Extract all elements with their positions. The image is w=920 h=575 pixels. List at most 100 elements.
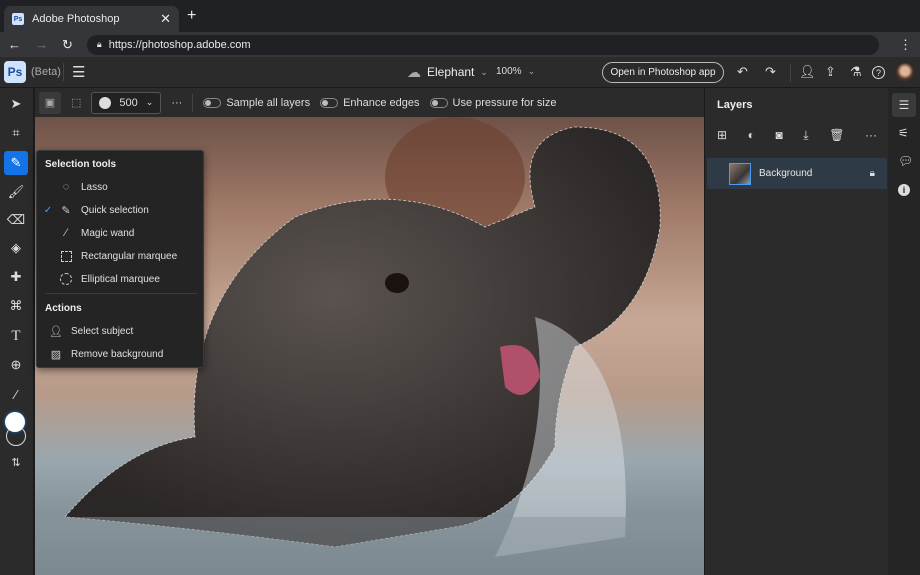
menu-item-ellipse-marquee[interactable]: Elliptical marquee xyxy=(37,268,203,290)
help-icon[interactable]: ? xyxy=(872,66,885,79)
properties-icon[interactable]: ⚟ xyxy=(898,126,909,140)
lock-icon: 🔒︎ xyxy=(96,39,102,49)
reload-icon[interactable]: ↻ xyxy=(62,37,73,53)
open-in-app-button[interactable]: Open in Photoshop app xyxy=(602,62,724,83)
menu-item-quick-selection[interactable]: ✓ ✎ Quick selection xyxy=(37,199,203,221)
select-subject-icon: 👤︎ xyxy=(49,325,63,338)
eyedropper-icon[interactable]: ⁄ xyxy=(4,382,28,406)
avatar[interactable] xyxy=(896,63,914,81)
menu-item-remove-background[interactable]: ▨ Remove background xyxy=(37,343,203,365)
ellipse-marquee-icon xyxy=(59,272,73,286)
menu-item-label: Lasso xyxy=(81,181,108,193)
transform-tool-icon[interactable]: ⌗ xyxy=(4,121,28,145)
divider xyxy=(192,93,194,112)
undo-icon[interactable]: ↶ xyxy=(737,64,748,80)
delete-layer-icon[interactable]: 🗑︎ xyxy=(829,128,844,143)
mask-icon[interactable]: ◙ xyxy=(775,128,782,143)
toggle-label: Enhance edges xyxy=(343,96,420,109)
divider xyxy=(45,293,197,294)
toggle-label: Sample all layers xyxy=(226,96,311,109)
layer-thumbnail xyxy=(729,162,751,185)
menu-item-rect-marquee[interactable]: Rectangular marquee xyxy=(37,245,203,267)
quick-selection-icon: ✎ xyxy=(61,204,71,217)
comments-icon[interactable]: 💬︎ xyxy=(898,154,913,168)
brush-tool-icon[interactable]: 🖌︎ xyxy=(4,180,28,204)
url-text: https://photoshop.adobe.com xyxy=(108,38,251,51)
menu-item-magic-wand[interactable]: ⁄ Magic wand xyxy=(37,222,203,244)
info-icon[interactable]: i xyxy=(898,184,910,196)
forward-icon[interactable]: → xyxy=(35,37,48,52)
adjustment-layer-icon[interactable]: ◐ xyxy=(748,128,755,143)
redo-icon[interactable]: ↷ xyxy=(765,64,776,80)
menu-item-label: Magic wand xyxy=(81,227,135,239)
brush-size-value: 500 xyxy=(119,96,138,109)
doc-name: Elephant xyxy=(427,65,475,79)
foreground-color-swatch[interactable] xyxy=(5,412,25,432)
ps-logo: Ps xyxy=(4,61,26,83)
layer-name: Background xyxy=(759,168,813,179)
tab-title: Adobe Photoshop xyxy=(32,13,120,25)
quick-selection-tool-icon[interactable]: ✎ xyxy=(4,151,28,175)
new-selection-icon[interactable]: ▣ xyxy=(39,91,61,114)
zoom-dropdown[interactable]: 100% ⌄ xyxy=(496,66,535,77)
share-icon[interactable]: ⇪ xyxy=(825,64,836,80)
close-tab-icon[interactable]: ✕ xyxy=(160,11,171,27)
lasso-icon: ◌ xyxy=(62,181,70,193)
beta-label: (Beta) xyxy=(31,66,61,78)
chevron-down-icon: ⌄ xyxy=(145,97,154,107)
pressure-toggle[interactable]: Use pressure for size xyxy=(429,96,557,109)
paint-bucket-icon[interactable]: ◈ xyxy=(4,236,28,260)
toggle-switch[interactable] xyxy=(320,97,339,108)
menu-header: Actions xyxy=(45,303,82,314)
browser-tab-bar: Ps Adobe Photoshop ✕ + xyxy=(0,0,920,32)
healing-tool-icon[interactable]: ✚ xyxy=(4,265,28,289)
menu-item-label: Rectangular marquee xyxy=(81,250,178,262)
cloud-icon: ☁ xyxy=(407,64,421,80)
url-input[interactable]: 🔒︎ https://photoshop.adobe.com xyxy=(86,34,879,55)
swap-colors-icon[interactable]: ⇅ xyxy=(4,450,28,474)
menu-item-lasso[interactable]: ◌ Lasso xyxy=(37,176,203,198)
toggle-switch[interactable] xyxy=(429,97,448,108)
app-header: Ps (Beta) ☰ ☁ Elephant ⌄ 100% ⌄ Open in … xyxy=(0,57,920,88)
menu-item-label: Remove background xyxy=(71,348,164,360)
address-bar: ← → ↻ 🔒︎ https://photoshop.adobe.com ⋮ xyxy=(0,32,920,57)
move-tool-icon[interactable]: ➤ xyxy=(4,92,28,116)
panel-title: Layers xyxy=(717,99,753,111)
browser-tab[interactable]: Ps Adobe Photoshop ✕ xyxy=(4,6,179,32)
place-image-icon[interactable]: ⤓ xyxy=(803,128,808,143)
type-tool-icon[interactable]: T xyxy=(4,324,28,348)
chevron-down-icon: ⌄ xyxy=(480,66,488,77)
new-tab-icon[interactable]: + xyxy=(187,7,196,25)
divider xyxy=(63,63,64,81)
toggle-switch[interactable] xyxy=(203,97,222,108)
toolbar: ➤ ⌗ ✎ 🖌︎ ⌫ ◈ ✚ ⌘ T ⊕ ⁄ ⇅ xyxy=(0,88,34,575)
magic-wand-icon: ⁄ xyxy=(65,227,67,239)
invite-icon[interactable]: 👤︎ xyxy=(799,64,816,80)
add-to-selection-icon[interactable]: ⬚ xyxy=(71,96,81,109)
document-title[interactable]: ☁ Elephant ⌄ xyxy=(407,65,488,79)
hamburger-menu-icon[interactable]: ☰ xyxy=(72,63,85,81)
more-options-icon[interactable]: ··· xyxy=(171,97,182,109)
lock-icon[interactable]: 🔒︎ xyxy=(870,168,875,179)
eraser-tool-icon[interactable]: ⌫ xyxy=(4,208,28,232)
remove-background-icon: ▨ xyxy=(50,348,62,361)
add-layer-icon[interactable]: ⊞ xyxy=(717,128,727,143)
menu-header: Selection tools xyxy=(45,159,117,170)
chevron-down-icon: ⌄ xyxy=(527,66,536,76)
divider xyxy=(790,64,791,82)
brush-size-dropdown[interactable]: 500 ⌄ xyxy=(91,91,162,114)
add-image-icon[interactable]: ⊕ xyxy=(4,353,28,377)
crop-tool-icon[interactable]: ⌘ xyxy=(4,294,28,318)
toggle-label: Use pressure for size xyxy=(452,96,557,109)
enhance-edges-toggle[interactable]: Enhance edges xyxy=(320,96,420,109)
more-icon[interactable]: ··· xyxy=(865,128,877,143)
beta-lab-icon[interactable]: ⚗ xyxy=(850,64,862,80)
tool-options-bar: ▣ ⬚ 500 ⌄ ··· Sample all layers Enhance … xyxy=(35,88,704,117)
back-icon[interactable]: ← xyxy=(8,37,21,52)
layer-row[interactable]: Background 🔒︎ xyxy=(707,158,887,189)
browser-menu-icon[interactable]: ⋮ xyxy=(899,37,912,53)
layers-panel-icon[interactable]: ☰ xyxy=(892,93,916,117)
sample-all-layers-toggle[interactable]: Sample all layers xyxy=(203,97,310,109)
panel-icon-rail: ☰ ⚟ 💬︎ i xyxy=(888,88,920,575)
menu-item-select-subject[interactable]: 👤︎ Select subject xyxy=(37,320,203,342)
